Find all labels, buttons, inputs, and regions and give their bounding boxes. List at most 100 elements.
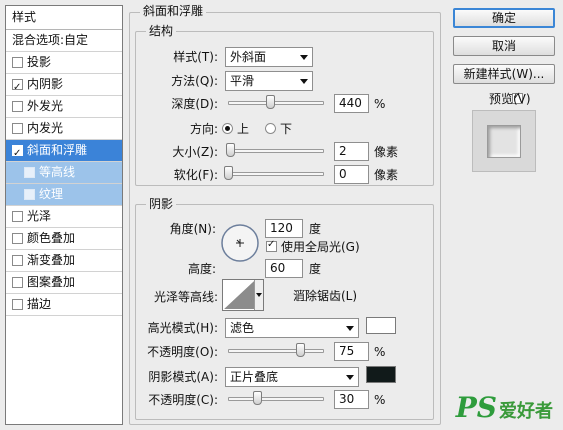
style-list-item-label: 纹理 [39,187,64,201]
shadow-opacity-slider-thumb[interactable] [252,391,262,405]
style-list-item[interactable]: 内发光 [6,118,122,140]
soften-input[interactable]: 0 [334,165,369,184]
highlight-mode-value: 滤色 [230,321,255,335]
technique-select[interactable]: 平滑 [225,71,313,91]
style-checkbox[interactable] [12,255,23,266]
depth-unit: % [374,97,386,111]
contour-preview-icon [224,281,254,309]
style-list-item[interactable]: 图案叠加 [6,272,122,294]
new-style-button[interactable]: 新建样式(W)... [453,64,555,84]
style-checkbox[interactable] [12,233,23,244]
style-list-item[interactable]: 渐变叠加 [6,250,122,272]
highlight-opacity-slider-track[interactable] [228,349,324,353]
highlight-opacity-input[interactable]: 75 [334,342,369,361]
soften-slider-track[interactable] [228,172,324,176]
blend-options-item[interactable]: 混合选项:自定 [6,30,122,52]
shadow-opacity-slider-track[interactable] [228,397,324,401]
style-checkbox[interactable] [12,299,23,310]
cancel-button[interactable]: 取消 [453,36,555,56]
preview-label: 预览(V) [489,92,531,106]
style-checkbox[interactable] [12,277,23,288]
highlight-opacity-label: 不透明度(O): [147,345,218,359]
shadow-opacity-input[interactable]: 30 [334,390,369,409]
shadow-mode-label: 阴影模式(A): [148,370,218,384]
style-list-item[interactable]: 等高线 [6,162,122,184]
style-list-item[interactable]: 光泽 [6,206,122,228]
gloss-contour-picker[interactable] [222,279,264,311]
ps-watermark-logo: PS 爱好者 [456,391,553,424]
contour-dropdown[interactable] [254,280,263,310]
shadow-mode-select[interactable]: 正片叠底 [225,367,359,387]
style-checkbox[interactable] [12,77,23,98]
style-list-item[interactable]: 外发光 [6,96,122,118]
direction-down-label: 下 [280,122,293,136]
highlight-mode-label: 高光模式(H): [147,321,218,335]
soften-label: 软化(F): [173,168,218,182]
bevel-emboss-title: 斜面和浮雕 [140,4,207,18]
depth-slider-track[interactable] [228,101,324,105]
gloss-contour-label: 光泽等高线: [153,290,218,304]
style-list-item[interactable]: 纹理 [6,184,122,206]
soften-unit: 像素 [374,168,399,182]
direction-label: 方向: [189,122,218,136]
style-list-item-label: 外发光 [27,99,64,113]
soften-slider-thumb[interactable] [224,166,233,180]
style-checkbox[interactable] [12,211,23,222]
angle-dial[interactable] [220,222,260,264]
structure-title: 结构 [146,24,177,38]
style-checkbox[interactable] [12,143,23,164]
style-list-item-label: 颜色叠加 [27,231,76,245]
altitude-label: 高度: [187,262,216,276]
direction-up-radio[interactable] [222,123,233,134]
size-slider-thumb[interactable] [225,143,235,157]
technique-label: 方法(Q): [171,74,218,88]
style-list-item-label: 图案叠加 [27,275,76,289]
ok-button[interactable]: 确定 [453,8,555,28]
shadow-color-swatch[interactable] [366,366,396,383]
shadow-mode-value: 正片叠底 [230,370,279,384]
style-list-item[interactable]: 斜面和浮雕 [6,140,122,164]
style-preview [472,110,536,172]
style-list-header[interactable]: 样式 [6,6,122,30]
highlight-opacity-slider-thumb[interactable] [296,343,305,357]
style-checkbox[interactable] [24,167,35,178]
anti-aliased-label: 消除锯齿(L) [293,289,358,303]
style-checkbox[interactable] [12,123,23,134]
style-checkbox[interactable] [12,101,23,112]
shadow-opacity-label: 不透明度(C): [148,393,218,407]
style-list-item-label: 内发光 [27,121,64,135]
altitude-input[interactable]: 60 [265,259,303,278]
style-list-item-label: 斜面和浮雕 [27,143,88,157]
depth-slider-thumb[interactable] [266,95,276,109]
style-list-item-label: 光泽 [27,209,52,223]
style-select[interactable]: 外斜面 [225,47,313,67]
style-list-item[interactable]: 投影 [6,52,122,74]
highlight-opacity-unit: % [374,345,386,359]
technique-select-value: 平滑 [230,74,255,88]
style-checkbox[interactable] [12,57,23,68]
global-light-checkbox[interactable] [266,239,277,252]
style-checkbox[interactable] [24,189,35,200]
highlight-color-swatch[interactable] [366,317,396,334]
size-slider-track[interactable] [228,149,324,153]
style-list-item-label: 内阴影 [27,77,64,91]
altitude-unit: 度 [309,262,322,276]
global-light-label: 使用全局光(G) [281,240,360,254]
style-preview-swatch [487,125,521,158]
shadow-opacity-unit: % [374,393,386,407]
highlight-mode-select[interactable]: 滤色 [225,318,359,338]
style-list-item-label: 投影 [27,55,52,69]
style-list-item[interactable]: 颜色叠加 [6,228,122,250]
depth-label: 深度(D): [171,97,218,111]
style-list-item[interactable]: 内阴影 [6,74,122,98]
depth-input[interactable]: 440 [334,94,369,113]
chevron-down-icon [346,326,354,331]
style-list-item-label: 渐变叠加 [27,253,76,267]
chevron-down-icon [256,293,262,297]
angle-input[interactable]: 120 [265,219,303,238]
style-list-item[interactable]: 描边 [6,294,122,316]
size-input[interactable]: 2 [334,142,369,161]
direction-down-radio[interactable] [265,123,276,134]
angle-unit: 度 [309,222,322,236]
chevron-down-icon [300,55,308,60]
